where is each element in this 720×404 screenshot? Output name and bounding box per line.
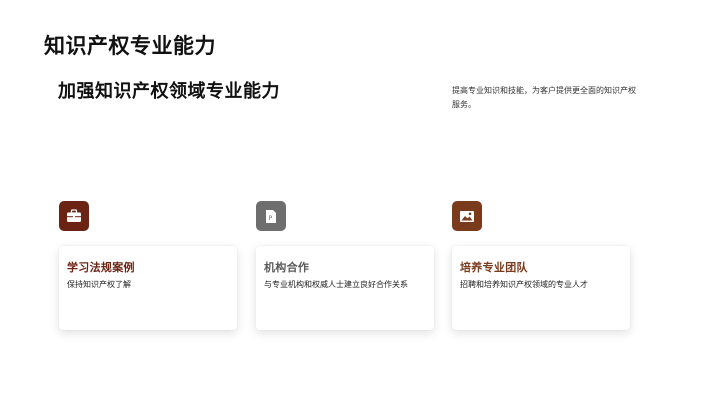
card-title: 培养专业团队 [460, 261, 528, 274]
image-icon-tile [452, 201, 482, 231]
slide: 知识产权专业能力 加强知识产权领域专业能力 提高专业知识和技能，为客户提供更全面… [0, 0, 720, 404]
briefcase-icon [67, 209, 81, 222]
card-description: 与专业机构和权威人士建立良好合作关系 [264, 280, 408, 289]
card-title: 学习法规案例 [67, 261, 135, 274]
card-study-regulations: 学习法规案例 保持知识产权了解 [59, 246, 237, 330]
document-icon: P [266, 209, 276, 223]
image-icon [460, 210, 474, 222]
page-title: 知识产权专业能力 [44, 34, 216, 58]
card-title: 机构合作 [264, 261, 310, 274]
briefcase-icon-tile [59, 201, 89, 231]
document-icon-tile: P [256, 201, 286, 231]
section-subtitle: 加强知识产权领域专业能力 [58, 81, 280, 102]
svg-text:P: P [269, 215, 273, 222]
card-institution-cooperation: 机构合作 与专业机构和权威人士建立良好合作关系 [256, 246, 434, 330]
card-description: 保持知识产权了解 [67, 280, 131, 289]
intro-text: 提高专业知识和技能，为客户提供更全面的知识产权服务。 [452, 86, 636, 109]
card-description: 招聘和培养知识产权领域的专业人才 [460, 280, 588, 289]
card-build-team: 培养专业团队 招聘和培养知识产权领域的专业人才 [452, 246, 630, 330]
